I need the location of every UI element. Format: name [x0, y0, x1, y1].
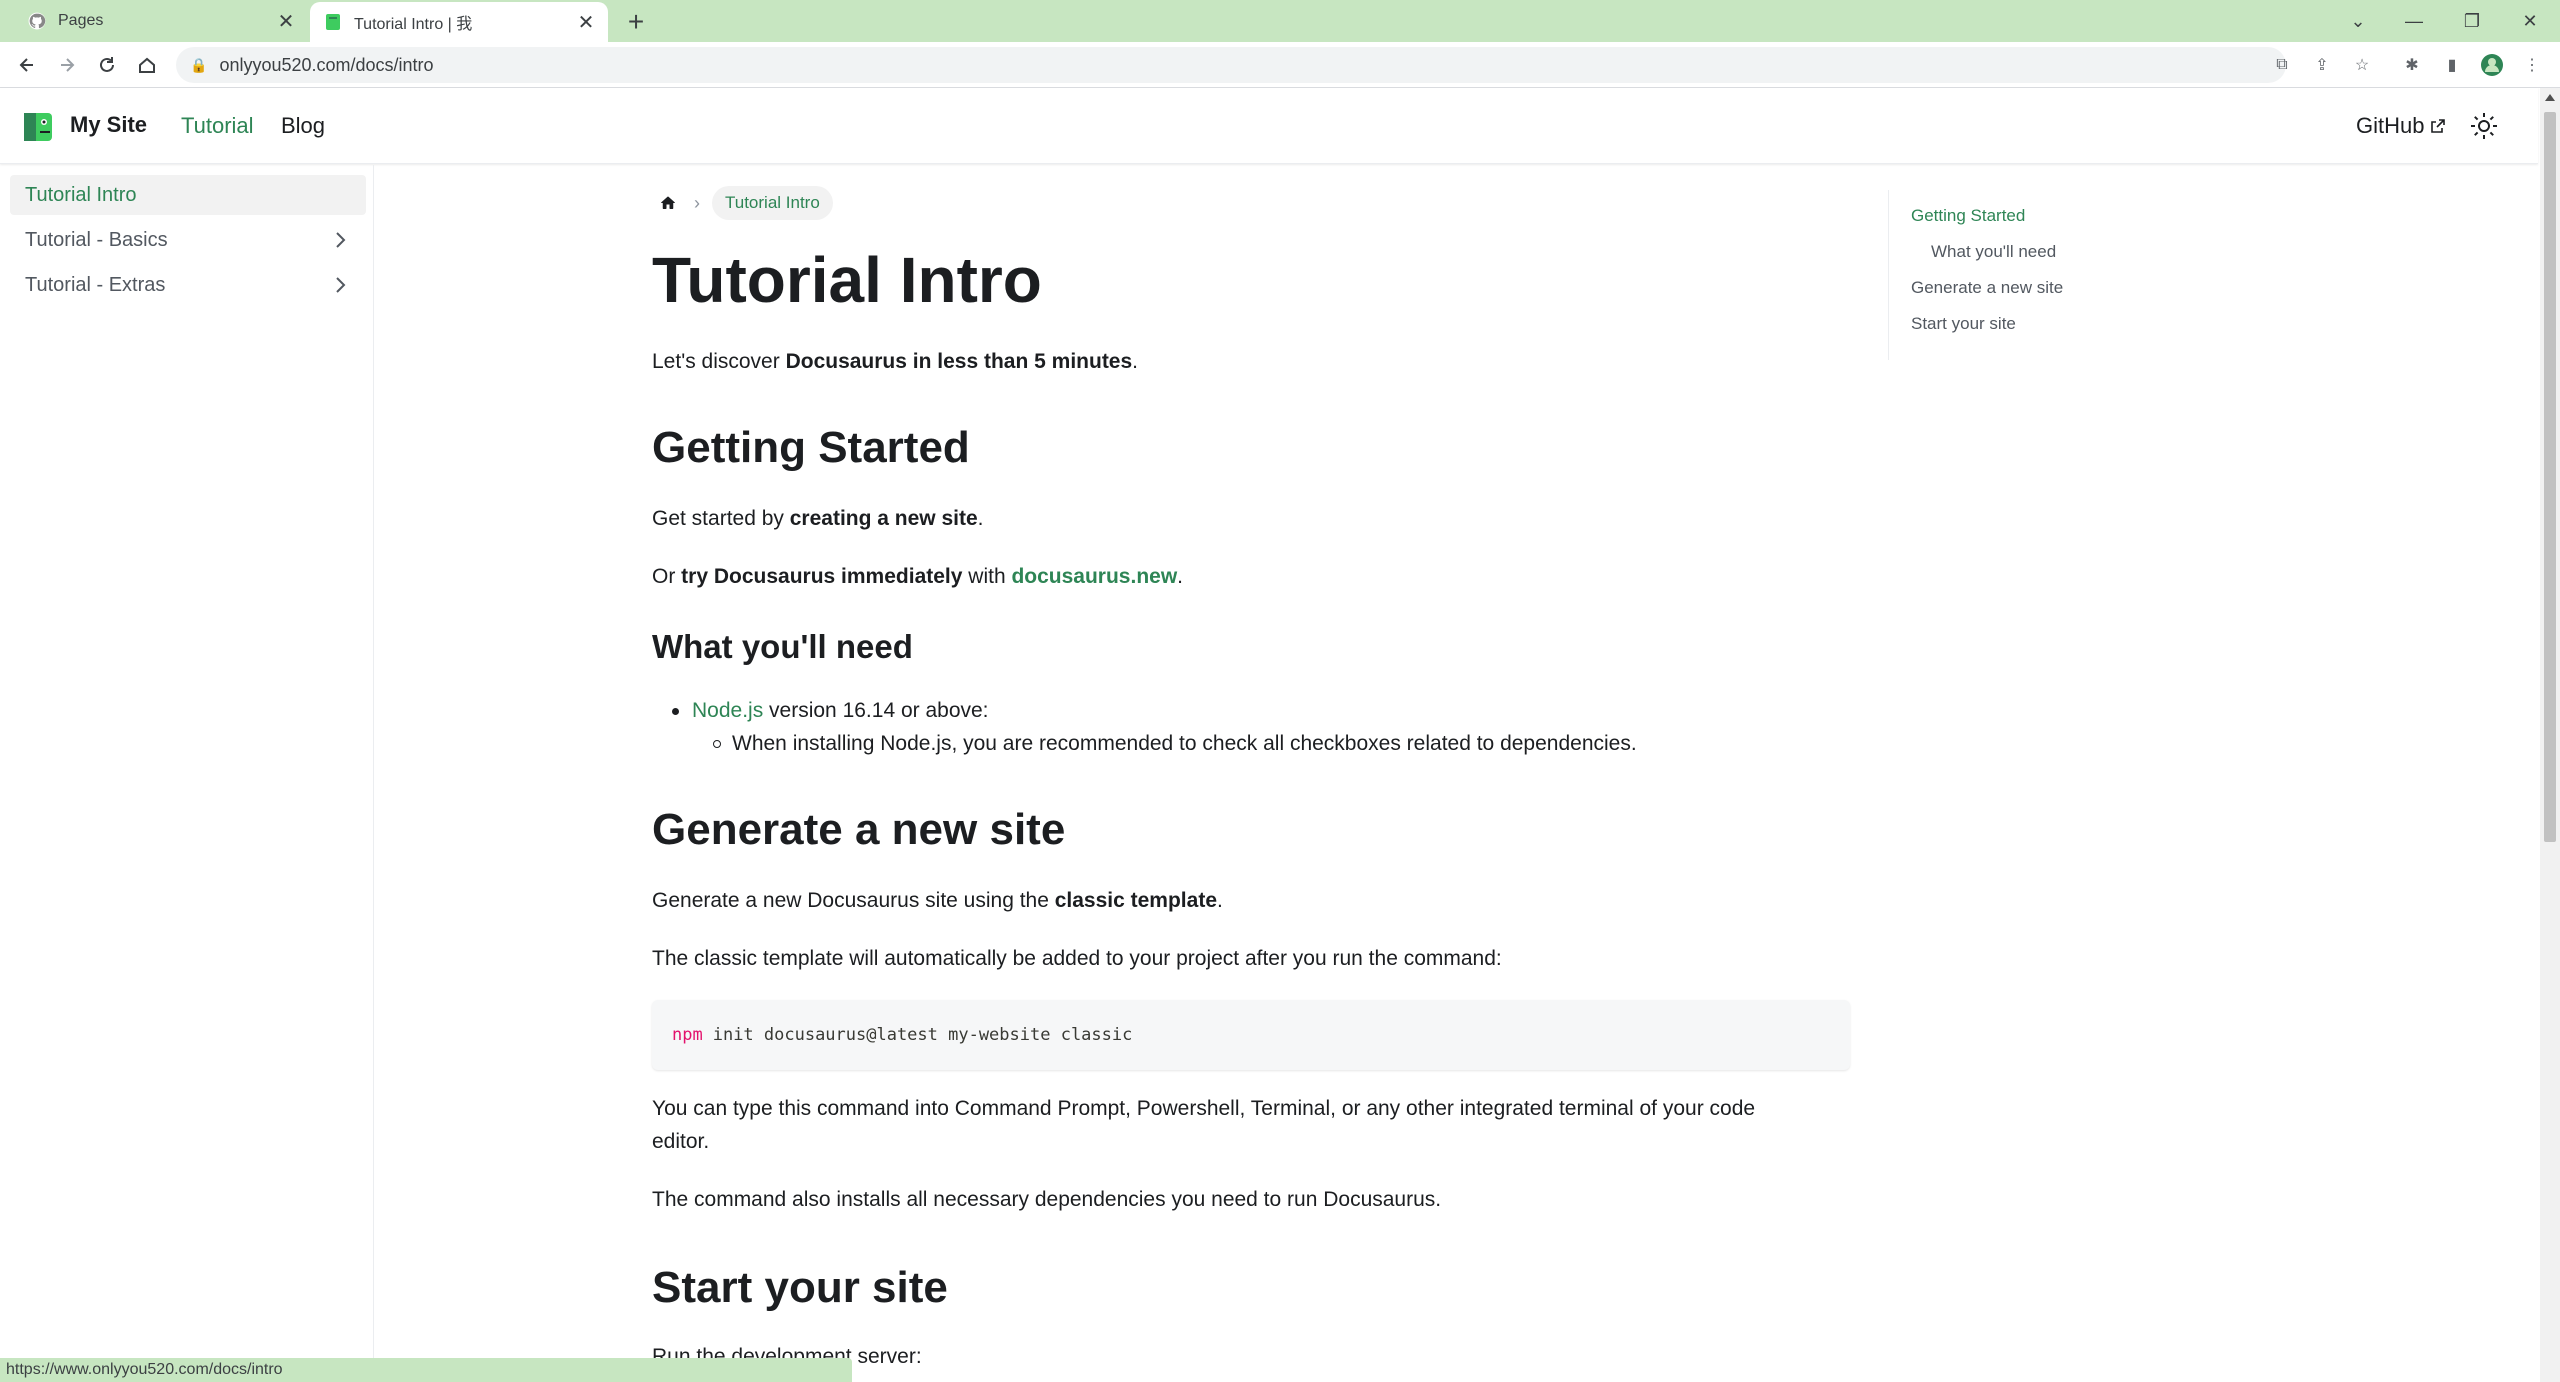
- heading-what-youll-need: What you'll need: [652, 628, 913, 665]
- page-scrollbar[interactable]: [2540, 88, 2560, 1382]
- text: .: [1177, 565, 1183, 588]
- sidebar-item-label: Tutorial Intro: [25, 183, 137, 206]
- code-keyword: npm: [672, 1025, 703, 1045]
- browser-tab-pages[interactable]: Pages ✕: [8, 0, 308, 42]
- share-icon[interactable]: ⇪: [2310, 53, 2334, 77]
- close-tab-icon[interactable]: ✕: [572, 8, 600, 36]
- sidebar-item-tutorial-basics[interactable]: Tutorial - Basics: [10, 220, 366, 260]
- heading-getting-started: Getting Started: [652, 423, 970, 472]
- close-tab-icon[interactable]: ✕: [272, 7, 300, 35]
- intro-paragraph: Let's discover Docusaurus in less than 5…: [652, 345, 1138, 378]
- text: .: [977, 507, 984, 530]
- toc-item-generate-new-site[interactable]: Generate a new site: [1911, 278, 2063, 298]
- back-icon[interactable]: [12, 50, 42, 80]
- breadcrumb-separator-icon: ›: [694, 192, 700, 213]
- generate-paragraph-3-line-2: editor.: [652, 1130, 710, 1153]
- tab-title: Tutorial Intro | 我: [354, 16, 473, 33]
- sidebar-item-label: Tutorial - Extras: [25, 273, 166, 296]
- breadcrumb: › Tutorial Intro: [652, 185, 833, 221]
- text: .: [1217, 889, 1223, 912]
- nav-link-github[interactable]: GitHub: [2356, 113, 2446, 139]
- forward-icon[interactable]: [52, 50, 82, 80]
- profile-avatar-icon[interactable]: [2480, 53, 2504, 77]
- reload-icon[interactable]: [92, 50, 122, 80]
- site-favicon-icon: [324, 13, 342, 31]
- restore-icon[interactable]: ❐: [2444, 0, 2500, 42]
- heading-start-your-site: Start your site: [652, 1263, 948, 1312]
- side-panel-icon[interactable]: ▮: [2440, 53, 2464, 77]
- close-window-icon[interactable]: ✕: [2502, 0, 2558, 42]
- sidebar-item-tutorial-extras[interactable]: Tutorial - Extras: [10, 265, 366, 305]
- bold-text: creating a new site: [789, 507, 978, 530]
- sidebar-item-label: Tutorial - Basics: [25, 228, 168, 251]
- browser-tab-tutorial-intro[interactable]: Tutorial Intro | 我 ✕: [310, 2, 608, 42]
- list-subitem: When installing Node.js, you are recomme…: [713, 727, 1637, 760]
- home-icon[interactable]: [652, 187, 684, 219]
- tab-title: Pages: [58, 12, 104, 29]
- heading-generate-new-site: Generate a new site: [652, 805, 1066, 854]
- browser-tabstrip: Pages ✕ Tutorial Intro | 我 ✕ + ⌄ — ❐ ✕: [0, 0, 2560, 42]
- toc-item-what-youll-need[interactable]: What you'll need: [1931, 242, 2056, 262]
- toc-item-getting-started[interactable]: Getting Started: [1911, 206, 2025, 226]
- page-title: Tutorial Intro: [652, 244, 1042, 316]
- docusaurus-new-link[interactable]: docusaurus.new: [1011, 565, 1177, 588]
- home-icon[interactable]: [132, 50, 162, 80]
- bold-text: classic template: [1054, 889, 1217, 912]
- generate-paragraph-3-line-1: You can type this command into Command P…: [652, 1097, 1756, 1120]
- text: Generate a new Docusaurus site using the: [652, 889, 1055, 912]
- bold-text: Docusaurus in less than 5 minutes: [785, 350, 1133, 373]
- site-logo-icon[interactable]: [22, 110, 56, 144]
- code-block[interactable]: npm init docusaurus@latest my-website cl…: [652, 1000, 1850, 1070]
- text: Get started by: [652, 507, 790, 530]
- bookmark-star-icon[interactable]: ☆: [2350, 53, 2374, 77]
- chevron-right-icon[interactable]: [330, 230, 350, 250]
- text: version 16.14 or above:: [763, 699, 989, 722]
- list-item: Node.js version 16.14 or above:: [672, 694, 989, 727]
- generate-paragraph-2: The classic template will automatically …: [652, 947, 1502, 970]
- new-tab-button[interactable]: +: [620, 6, 652, 38]
- nav-link-blog[interactable]: Blog: [281, 113, 325, 139]
- sidebar-item-tutorial-intro[interactable]: Tutorial Intro: [10, 175, 366, 215]
- minimize-icon[interactable]: —: [2386, 0, 2442, 42]
- browser-menu-icon[interactable]: ⋮: [2520, 53, 2544, 77]
- text: with: [962, 565, 1012, 588]
- breadcrumb-current: Tutorial Intro: [712, 186, 833, 220]
- external-link-icon: [2430, 118, 2446, 134]
- code-args: init docusaurus@latest my-website classi…: [712, 1025, 1133, 1045]
- status-bar-url: https://www.onlyyou520.com/docs/intro: [0, 1358, 852, 1382]
- text: Let's discover: [652, 350, 786, 373]
- site-brand[interactable]: My Site: [70, 112, 147, 138]
- nodejs-link[interactable]: Node.js: [692, 699, 763, 722]
- scrollbar-thumb[interactable]: [2544, 112, 2556, 842]
- text: Or: [652, 565, 682, 588]
- extensions-icon[interactable]: ✱: [2400, 53, 2424, 77]
- address-url: onlyyou520.com/docs/intro: [219, 54, 434, 75]
- address-bar[interactable]: 🔒 onlyyou520.com/docs/intro: [176, 47, 2286, 83]
- theme-toggle-sun-icon[interactable]: [2468, 110, 2500, 142]
- lock-icon: 🔒: [190, 56, 208, 73]
- generate-paragraph-4: The command also installs all necessary …: [652, 1188, 1442, 1211]
- toc-item-start-your-site[interactable]: Start your site: [1911, 314, 2016, 334]
- chevron-right-icon[interactable]: [330, 275, 350, 295]
- getting-started-paragraph-2: Or try Docusaurus immediately with docus…: [652, 560, 1183, 593]
- bold-text: try Docusaurus immediately: [681, 565, 963, 588]
- docs-sidebar: Tutorial Intro Tutorial - Basics Tutoria…: [0, 165, 374, 1365]
- getting-started-paragraph-1: Get started by creating a new site.: [652, 502, 983, 535]
- github-icon: [28, 12, 46, 30]
- generate-paragraph-1: Generate a new Docusaurus site using the…: [652, 884, 1223, 917]
- browser-toolbar: 🔒 onlyyou520.com/docs/intro ⧉ ⇪ ☆ ✱ ▮ ⋮: [0, 42, 2560, 88]
- text: .: [1132, 350, 1139, 373]
- tab-search-icon[interactable]: ⌄: [2330, 0, 2386, 42]
- site-navbar: My Site Tutorial Blog GitHub: [0, 88, 2538, 164]
- scroll-up-arrow-icon[interactable]: [2545, 94, 2555, 101]
- table-of-contents: Getting Started What you'll need Generat…: [1888, 190, 2188, 360]
- nav-link-tutorial[interactable]: Tutorial: [181, 113, 254, 139]
- github-label: GitHub: [2356, 113, 2425, 138]
- translate-icon[interactable]: ⧉: [2270, 53, 2294, 77]
